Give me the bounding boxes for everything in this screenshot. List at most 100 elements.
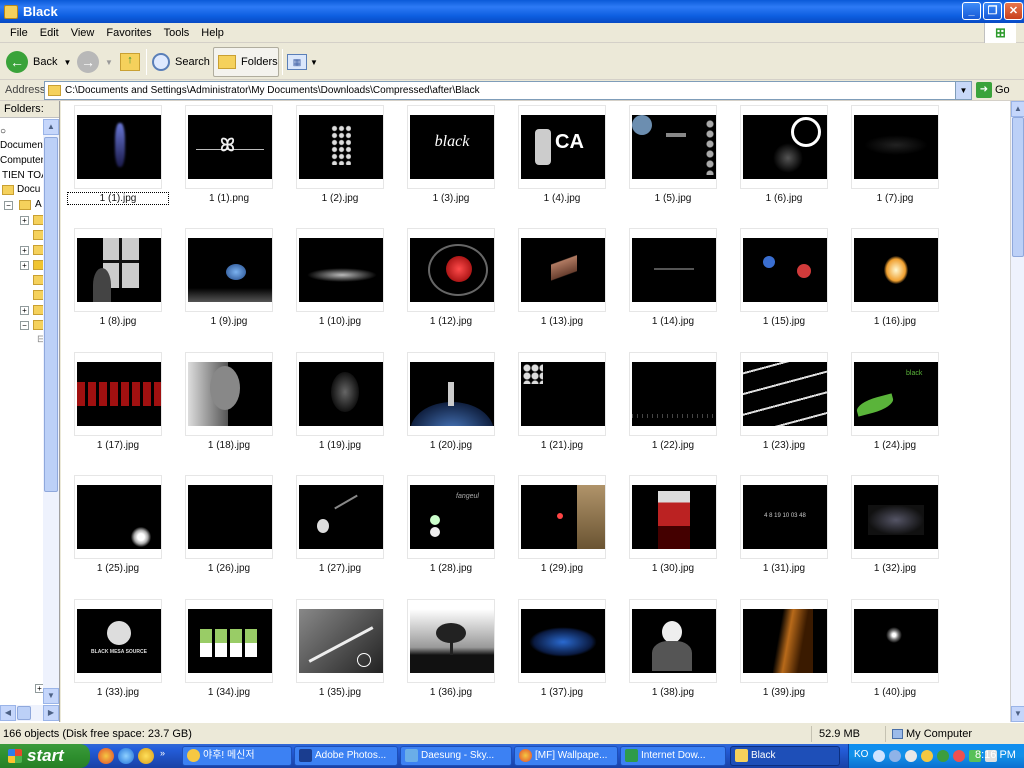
messenger-icon[interactable] bbox=[921, 750, 933, 762]
search-button[interactable]: Search bbox=[152, 47, 210, 77]
folders-vertical-scrollbar[interactable]: ▲ ▼ bbox=[43, 119, 59, 704]
start-button[interactable]: start bbox=[0, 744, 90, 768]
address-field[interactable]: C:\Documents and Settings\Administrator\… bbox=[44, 81, 972, 100]
task-internet-download[interactable]: Internet Dow... bbox=[620, 746, 726, 766]
internet-explorer-icon[interactable] bbox=[118, 748, 134, 764]
go-button[interactable]: ➜ Go bbox=[976, 82, 1010, 98]
tree-item-docu[interactable]: Docu bbox=[17, 183, 40, 197]
task-photoshop[interactable]: Adobe Photos... bbox=[294, 746, 398, 766]
thumbnail-frame[interactable] bbox=[296, 105, 384, 189]
file-name[interactable]: 1 (21).jpg bbox=[512, 440, 612, 451]
thumbnail-frame[interactable] bbox=[296, 352, 384, 436]
back-button[interactable]: ← Back ▼ bbox=[6, 47, 71, 77]
file-name[interactable]: 1 (4).jpg bbox=[512, 193, 612, 204]
file-name[interactable]: 1 (24).jpg bbox=[845, 440, 945, 451]
tray-icon[interactable] bbox=[937, 750, 949, 762]
file-name[interactable]: 1 (1).png bbox=[179, 193, 279, 204]
tree-item-a[interactable]: A bbox=[35, 198, 42, 212]
file-name[interactable]: 1 (29).jpg bbox=[512, 563, 612, 574]
folders-button[interactable]: Folders bbox=[213, 47, 279, 77]
thumbnail-frame[interactable] bbox=[74, 475, 162, 559]
thumbnail-frame[interactable]: BLACK MESA SOURCE bbox=[74, 599, 162, 683]
quicklaunch-expand-icon[interactable]: » bbox=[160, 748, 165, 758]
file-name[interactable]: 1 (10).jpg bbox=[290, 316, 390, 327]
file-name[interactable]: 1 (2).jpg bbox=[290, 193, 390, 204]
collapse-icon[interactable]: − bbox=[4, 201, 13, 210]
thumbnail-frame[interactable]: 4 8 19 10 03 48 bbox=[740, 475, 828, 559]
thumbnail-frame[interactable] bbox=[629, 475, 717, 559]
thumbnail-frame[interactable] bbox=[74, 228, 162, 312]
thumbnail-frame[interactable] bbox=[296, 228, 384, 312]
tray-icon[interactable] bbox=[953, 750, 965, 762]
thumbnail-frame[interactable] bbox=[74, 105, 162, 189]
thumbnail-frame[interactable]: ꕤ bbox=[185, 105, 273, 189]
chevron-down-icon[interactable]: ▼ bbox=[310, 58, 318, 67]
file-name[interactable]: 1 (19).jpg bbox=[290, 440, 390, 451]
file-name[interactable]: 1 (22).jpg bbox=[623, 440, 723, 451]
thumbnail-frame[interactable]: black bbox=[851, 352, 939, 436]
file-name[interactable]: 1 (23).jpg bbox=[734, 440, 834, 451]
thumbnail-frame[interactable] bbox=[851, 228, 939, 312]
thumbnail-frame[interactable] bbox=[629, 599, 717, 683]
menu-file[interactable]: File bbox=[4, 27, 34, 39]
menu-edit[interactable]: Edit bbox=[34, 27, 65, 39]
file-name[interactable]: 1 (40).jpg bbox=[845, 687, 945, 698]
file-name[interactable]: 1 (17).jpg bbox=[68, 440, 168, 451]
scroll-left-icon[interactable]: ◀ bbox=[0, 705, 16, 721]
thumbnail-frame[interactable] bbox=[185, 352, 273, 436]
thumbnail-frame[interactable] bbox=[407, 228, 495, 312]
file-name[interactable]: 1 (35).jpg bbox=[290, 687, 390, 698]
tray-icon[interactable] bbox=[873, 750, 885, 762]
main-vertical-scrollbar[interactable]: ▲ ▼ bbox=[1010, 101, 1024, 722]
title-bar[interactable]: Black bbox=[0, 0, 1024, 23]
thumbnail-frame[interactable] bbox=[296, 475, 384, 559]
file-name[interactable]: 1 (9).jpg bbox=[179, 316, 279, 327]
scroll-up-icon[interactable]: ▲ bbox=[43, 119, 59, 135]
scrollbar-thumb[interactable] bbox=[44, 137, 58, 492]
thumbnail-frame[interactable] bbox=[185, 228, 273, 312]
thumbnail-frame[interactable] bbox=[740, 105, 828, 189]
menu-help[interactable]: Help bbox=[195, 27, 230, 39]
file-name[interactable]: 1 (12).jpg bbox=[401, 316, 501, 327]
task-wallpaper[interactable]: [MF] Wallpape... bbox=[514, 746, 618, 766]
language-indicator[interactable]: KO bbox=[854, 749, 868, 760]
file-name[interactable]: 1 (1).jpg bbox=[67, 192, 169, 205]
thumbnail-frame[interactable] bbox=[518, 475, 606, 559]
file-name[interactable]: 1 (3).jpg bbox=[401, 193, 501, 204]
file-name[interactable]: 1 (39).jpg bbox=[734, 687, 834, 698]
quicklaunch-icon[interactable] bbox=[138, 748, 154, 764]
thumbnail-frame[interactable] bbox=[629, 105, 717, 189]
forward-button[interactable]: → ▼ bbox=[77, 47, 113, 77]
thumbnail-frame[interactable]: CA bbox=[518, 105, 606, 189]
file-name[interactable]: 1 (15).jpg bbox=[734, 316, 834, 327]
thumbnail-frame[interactable] bbox=[518, 352, 606, 436]
thumbnail-frame[interactable] bbox=[740, 228, 828, 312]
thumbnail-frame[interactable]: fangeul bbox=[407, 475, 495, 559]
clock[interactable]: 8:16 PM bbox=[975, 749, 1016, 761]
tree-item-tien-toa[interactable]: TIEN TOA bbox=[2, 169, 48, 183]
scrollbar-thumb[interactable] bbox=[1012, 117, 1024, 257]
file-name[interactable]: 1 (25).jpg bbox=[68, 563, 168, 574]
file-name[interactable]: 1 (14).jpg bbox=[623, 316, 723, 327]
menu-view[interactable]: View bbox=[65, 27, 101, 39]
thumbnail-frame[interactable] bbox=[629, 352, 717, 436]
thumbnail-frame[interactable] bbox=[851, 599, 939, 683]
thumbnail-frame[interactable] bbox=[74, 352, 162, 436]
chevron-down-icon[interactable]: ▼ bbox=[105, 58, 113, 67]
file-name[interactable]: 1 (38).jpg bbox=[623, 687, 723, 698]
up-folder-button[interactable]: ↑ bbox=[120, 47, 140, 77]
file-name[interactable]: 1 (20).jpg bbox=[401, 440, 501, 451]
file-name[interactable]: 1 (26).jpg bbox=[179, 563, 279, 574]
file-name[interactable]: 1 (28).jpg bbox=[401, 563, 501, 574]
scrollbar-thumb[interactable] bbox=[17, 706, 31, 720]
views-button[interactable]: ▦ ▼ bbox=[287, 47, 318, 77]
file-view[interactable]: 1 (1).jpg ꕤ 1 (1).png 1 (2).jpg black 1 (3).j… bbox=[61, 101, 1010, 722]
menu-tools[interactable]: Tools bbox=[158, 27, 196, 39]
task-messenger[interactable]: 야후! 메신저 bbox=[182, 746, 292, 766]
task-black-folder[interactable]: Black bbox=[730, 746, 840, 766]
chrome-icon[interactable] bbox=[98, 748, 114, 764]
file-name[interactable]: 1 (27).jpg bbox=[290, 563, 390, 574]
scroll-down-icon[interactable]: ▼ bbox=[1011, 706, 1024, 722]
expand-icon[interactable]: + bbox=[20, 246, 29, 255]
file-name[interactable]: 1 (32).jpg bbox=[845, 563, 945, 574]
